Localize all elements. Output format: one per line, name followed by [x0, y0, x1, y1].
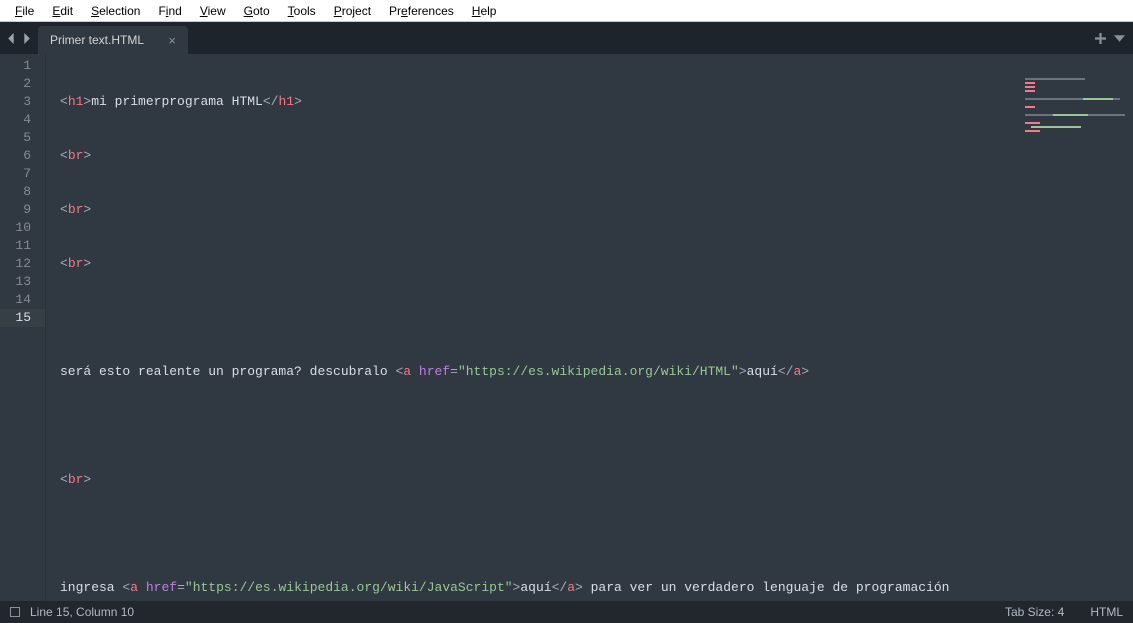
line-number: 1 — [0, 57, 45, 75]
menu-find[interactable]: Find — [149, 2, 190, 20]
menu-goto[interactable]: Goto — [235, 2, 279, 20]
nav-arrows — [0, 22, 38, 54]
tabbar: Primer text.HTML × — [0, 22, 1133, 54]
tabs-menu-icon[interactable] — [1114, 33, 1125, 44]
line-number: 9 — [0, 201, 45, 219]
line-number: 11 — [0, 237, 45, 255]
menu-selection[interactable]: Selection — [82, 2, 149, 20]
menu-tools[interactable]: Tools — [279, 2, 325, 20]
tab-primer-text[interactable]: Primer text.HTML × — [38, 26, 188, 54]
line-number: 5 — [0, 129, 45, 147]
close-icon[interactable]: × — [168, 33, 176, 48]
line-number: 15 — [0, 309, 45, 327]
line-number: 4 — [0, 111, 45, 129]
line-number: 12 — [0, 255, 45, 273]
line-number: 13 — [0, 273, 45, 291]
menubar: File Edit Selection Find View Goto Tools… — [0, 0, 1133, 22]
menu-project[interactable]: Project — [325, 2, 380, 20]
nav-forward-icon[interactable] — [21, 33, 32, 44]
menu-view[interactable]: View — [191, 2, 235, 20]
line-number: 14 — [0, 291, 45, 309]
panel-toggle-icon[interactable] — [10, 607, 20, 617]
code-area[interactable]: <h1>mi primerprograma HTML</h1> <br> <br… — [46, 54, 1133, 601]
syntax-mode[interactable]: HTML — [1090, 605, 1123, 619]
gutter: 1 2 3 4 5 6 7 8 9 10 11 12 13 14 15 — [0, 54, 46, 601]
menu-help[interactable]: Help — [463, 2, 506, 20]
menu-file[interactable]: File — [6, 2, 43, 20]
editor[interactable]: 1 2 3 4 5 6 7 8 9 10 11 12 13 14 15 <h1>… — [0, 54, 1133, 601]
nav-back-icon[interactable] — [6, 33, 17, 44]
line-number: 3 — [0, 93, 45, 111]
new-tab-icon[interactable] — [1095, 33, 1106, 44]
menu-preferences[interactable]: Preferences — [380, 2, 463, 20]
line-number: 6 — [0, 147, 45, 165]
line-number: 7 — [0, 165, 45, 183]
cursor-position[interactable]: Line 15, Column 10 — [30, 605, 134, 619]
line-number: 10 — [0, 219, 45, 237]
line-number: 2 — [0, 75, 45, 93]
tab-size[interactable]: Tab Size: 4 — [1005, 605, 1064, 619]
line-number: 8 — [0, 183, 45, 201]
menu-edit[interactable]: Edit — [43, 2, 82, 20]
statusbar: Line 15, Column 10 Tab Size: 4 HTML — [0, 601, 1133, 623]
tab-label: Primer text.HTML — [50, 33, 144, 47]
